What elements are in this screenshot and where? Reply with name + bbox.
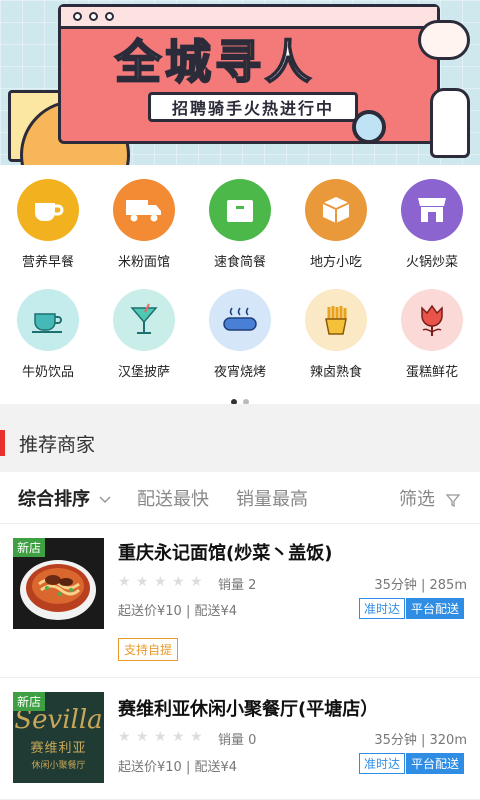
window-dot <box>89 12 98 21</box>
store-fees: 起送价¥10 | 配送¥4 <box>118 604 237 619</box>
star-icon: ★ <box>154 574 167 590</box>
category-item-bbq[interactable]: 夜宵烧烤 <box>192 289 288 380</box>
store-card[interactable]: 新店 重庆永记面馆(炒菜丶盖饭) ★ ★ ★ ★ ★ 销量 2 35分钟 | 2… <box>0 525 480 678</box>
category-label: 米粉面馆 <box>117 255 170 270</box>
ontime-tag: 准时达 <box>359 753 406 774</box>
star-icon: ★ <box>172 729 185 745</box>
category-item-hotpot[interactable]: 火锅炒菜 <box>384 179 480 270</box>
section-accent-bar <box>0 430 5 456</box>
filter-button[interactable]: 筛选 <box>399 485 461 511</box>
pickup-tag: 支持自提 <box>118 638 179 661</box>
new-store-badge: 新店 <box>13 692 46 711</box>
category-item-burger-pizza[interactable]: 汉堡披萨 <box>96 289 192 380</box>
hand-decor <box>430 88 470 158</box>
funnel-icon <box>445 494 461 508</box>
recruit-banner[interactable]: 全城寻人 招聘骑手火热进行中 <box>0 0 480 165</box>
logo-cn-text: 赛维利亚 <box>30 740 87 756</box>
star-icon: ★ <box>172 574 185 590</box>
banner-title: 全城寻人 <box>95 26 335 92</box>
star-icon: ★ <box>118 729 131 745</box>
category-item-snacks[interactable]: 地方小吃 <box>288 179 384 270</box>
section-title: 推荐商家 <box>19 433 96 456</box>
tea-cup-icon <box>17 289 79 351</box>
app-page: 全城寻人 招聘骑手火热进行中 营养早餐 米粉面馆 速食简餐 地方小吃 火锅炒菜 … <box>0 0 480 800</box>
ontime-tag: 准时达 <box>359 598 406 619</box>
star-icon: ★ <box>136 729 149 745</box>
store-name[interactable]: 重庆永记面馆(炒菜丶盖饭) <box>118 539 332 565</box>
cocktail-icon <box>113 289 175 351</box>
star-icon: ★ <box>190 729 203 745</box>
category-label: 营养早餐 <box>21 255 74 270</box>
platform-delivery-tag: 平台配送 <box>406 598 465 619</box>
sort-bar: 综合排序 配送最快 销量最高 筛选 <box>0 472 480 524</box>
store-thumbnail[interactable]: 新店 Sevilla 赛维利亚 休闲小聚餐厅 <box>13 692 104 783</box>
store-time-distance: 35分钟 | 320m <box>374 733 467 748</box>
category-item-breakfast[interactable]: 营养早餐 <box>0 179 96 270</box>
store-time-distance: 35分钟 | 285m <box>374 578 467 593</box>
store-card[interactable]: 新店 Sevilla 赛维利亚 休闲小聚餐厅 赛维利亚休闲小聚餐厅(平塘店） ★… <box>0 679 480 800</box>
delivery-truck-icon <box>113 179 175 241</box>
category-item-noodles[interactable]: 米粉面馆 <box>96 179 192 270</box>
fries-icon <box>305 289 367 351</box>
sort-comprehensive-button[interactable]: 综合排序 <box>18 485 112 511</box>
store-fees: 起送价¥10 | 配送¥4 <box>118 760 237 775</box>
sausage-icon <box>209 289 271 351</box>
storefront-icon <box>401 179 463 241</box>
store-name[interactable]: 赛维利亚休闲小聚餐厅(平塘店） <box>118 695 378 721</box>
category-item-braised[interactable]: 辣卤熟食 <box>288 289 384 380</box>
tulip-icon <box>401 289 463 351</box>
category-label: 辣卤熟食 <box>309 365 362 380</box>
new-store-badge: 新店 <box>13 538 46 557</box>
banner-title-highlight: 寻 <box>214 34 265 90</box>
window-dot <box>105 12 114 21</box>
banner-title-part1: 全城 <box>114 34 215 90</box>
sort-top-sales-button[interactable]: 销量最高 <box>236 485 308 511</box>
box-icon <box>209 179 271 241</box>
category-label: 火锅炒菜 <box>405 255 458 270</box>
category-item-fastfood[interactable]: 速食简餐 <box>192 179 288 270</box>
category-item-milk-drinks[interactable]: 牛奶饮品 <box>0 289 96 380</box>
category-grid: 营养早餐 米粉面馆 速食简餐 地方小吃 火锅炒菜 牛奶饮品 汉堡披萨 夜宵烧烤 … <box>0 165 480 405</box>
star-icon: ★ <box>154 729 167 745</box>
category-label: 夜宵烧烤 <box>213 365 266 380</box>
coffee-cup-icon <box>17 179 79 241</box>
logo-cn-subtext: 休闲小聚餐厅 <box>31 760 86 771</box>
category-item-cake-flowers[interactable]: 蛋糕鲜花 <box>384 289 480 380</box>
store-thumbnail[interactable]: 新店 <box>13 538 104 629</box>
category-label: 蛋糕鲜花 <box>405 365 458 380</box>
banner-title-part2: 人 <box>264 34 315 90</box>
filter-label: 筛选 <box>399 489 435 510</box>
category-label: 地方小吃 <box>309 255 362 270</box>
category-label: 速食简餐 <box>213 255 266 270</box>
rating-stars: ★ ★ ★ ★ ★ <box>118 575 204 589</box>
store-sales: 销量 2 <box>218 578 257 593</box>
star-icon: ★ <box>136 574 149 590</box>
star-icon: ★ <box>118 574 131 590</box>
cloud-decor <box>418 20 470 60</box>
chevron-down-icon <box>99 496 111 504</box>
window-dot <box>73 12 82 21</box>
store-sales: 销量 0 <box>218 733 257 748</box>
star-icon: ★ <box>190 574 203 590</box>
platform-delivery-tag: 平台配送 <box>406 753 465 774</box>
category-label: 汉堡披萨 <box>117 365 170 380</box>
sort-comprehensive-label: 综合排序 <box>18 489 90 510</box>
sort-fastest-button[interactable]: 配送最快 <box>137 485 209 511</box>
magnifier-icon <box>352 110 386 144</box>
package-icon <box>305 179 367 241</box>
category-label: 牛奶饮品 <box>21 365 74 380</box>
rating-stars: ★ ★ ★ ★ ★ <box>118 730 204 744</box>
section-header: 推荐商家 <box>0 426 95 460</box>
banner-subtitle: 招聘骑手火热进行中 <box>148 92 358 122</box>
